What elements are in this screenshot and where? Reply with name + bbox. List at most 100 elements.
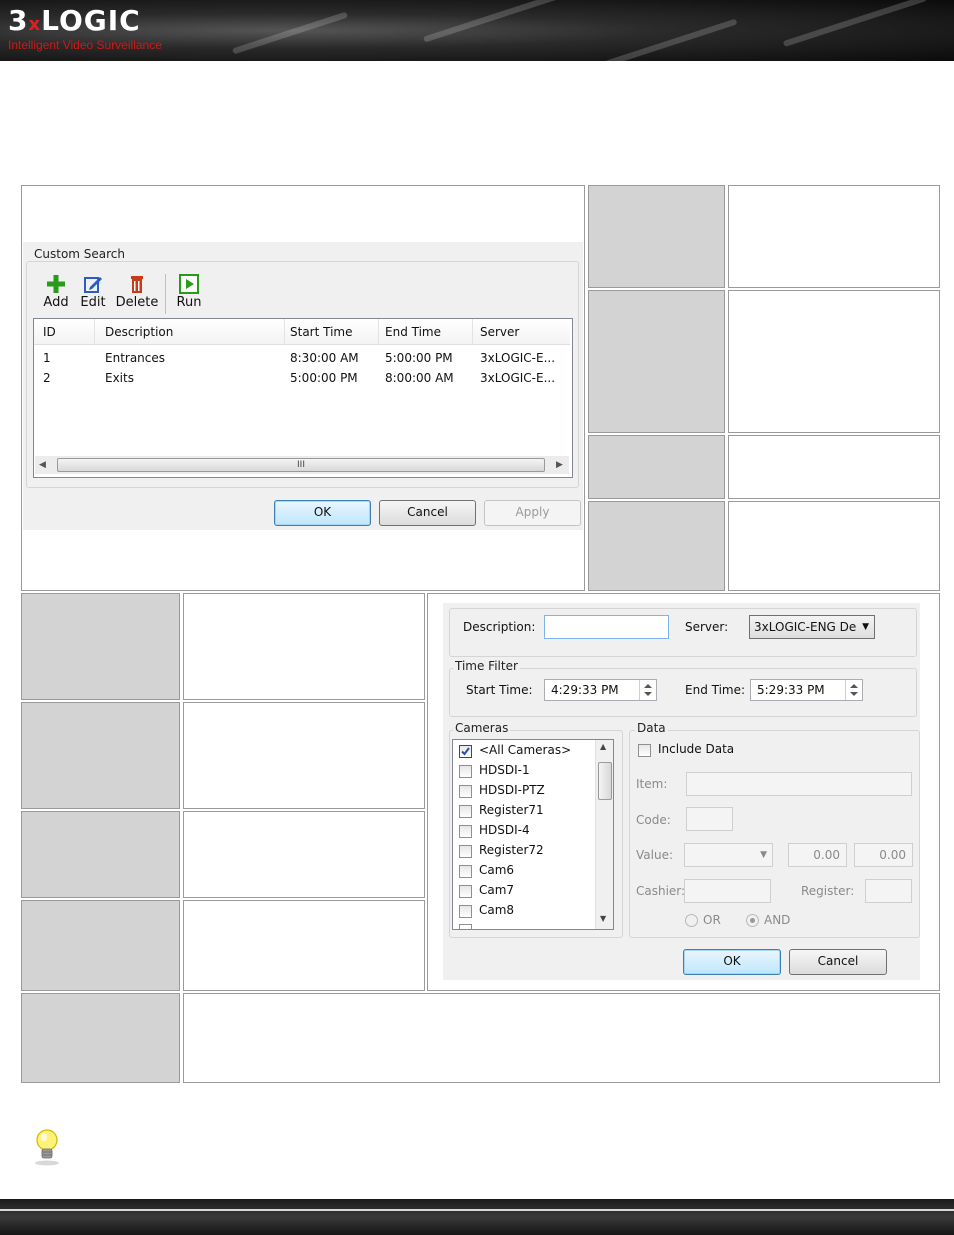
checkbox[interactable] (459, 905, 472, 918)
server-select-value: 3xLOGIC-ENG De (754, 620, 857, 634)
checkbox[interactable] (459, 865, 472, 878)
cell-label (21, 993, 180, 1083)
cell-label (21, 900, 180, 991)
cell-description (183, 593, 425, 700)
start-time-input[interactable]: 4:29:33 PM (544, 679, 657, 701)
cancel-button[interactable]: Cancel (789, 949, 887, 975)
scroll-left-icon[interactable]: ◀ (39, 460, 46, 470)
data-title: Data (635, 721, 668, 735)
cell-label (21, 811, 180, 898)
cell-label (21, 593, 180, 700)
register-input[interactable] (865, 879, 912, 903)
server-select[interactable]: 3xLOGIC-ENG De ▼ (749, 615, 875, 639)
edit-button[interactable]: Edit (77, 274, 109, 310)
scroll-right-icon[interactable]: ▶ (556, 460, 563, 470)
data-group (629, 730, 920, 938)
column-start-time[interactable]: Start Time (290, 319, 353, 345)
scroll-thumb[interactable] (598, 762, 612, 800)
row-description: Entrances (105, 351, 166, 365)
row-start-time: 8:30:00 AM (290, 351, 359, 365)
ok-button[interactable]: OK (683, 949, 781, 975)
cashier-input[interactable] (684, 879, 771, 903)
cell-description (183, 900, 425, 991)
cell-description (728, 290, 940, 433)
and-radio[interactable] (746, 914, 759, 927)
cameras-list[interactable]: <All Cameras> HDSDI-1 HDSDI-PTZ Register… (452, 739, 614, 930)
end-time-spinner[interactable] (845, 680, 862, 700)
checkbox[interactable] (459, 825, 472, 838)
cameras-title: Cameras (453, 721, 511, 735)
camera-name: Register72 (479, 843, 544, 857)
chevron-down-icon: ▼ (760, 850, 767, 860)
delete-label: Delete (115, 295, 159, 310)
search-list[interactable]: ID Description Start Time End Time Serve… (33, 318, 573, 478)
radio-dot (750, 918, 755, 923)
cell-label (588, 185, 725, 288)
checkbox[interactable] (459, 885, 472, 898)
cancel-button[interactable]: Cancel (379, 500, 476, 526)
scroll-thumb[interactable]: III (57, 458, 545, 472)
checkbox[interactable] (459, 765, 472, 778)
item-label: Item: (636, 777, 668, 791)
checkbox[interactable] (459, 805, 472, 818)
code-input[interactable] (686, 807, 733, 831)
horizontal-scrollbar[interactable]: ◀ III ▶ (35, 456, 569, 474)
value-max-input[interactable]: 0.00 (854, 843, 913, 867)
camera-name: HDSDI-4 (479, 823, 530, 837)
cell-description (728, 435, 940, 499)
delete-button[interactable]: Delete (115, 274, 159, 310)
value-min-input[interactable]: 0.00 (788, 843, 847, 867)
search-editor-dialog: Description: Server: 3xLOGIC-ENG De ▼ Ti… (443, 603, 920, 980)
edit-icon (84, 277, 102, 293)
header-banner: 3xLOGIC Intelligent Video Surveillance (0, 0, 954, 61)
value-operator-select[interactable]: ▼ (684, 843, 773, 867)
cashier-label: Cashier: (636, 884, 686, 898)
table-row[interactable]: 2 Exits 5:00:00 PM 8:00:00 AM 3xLOGIC-E.… (34, 369, 570, 389)
scroll-down-icon[interactable]: ▼ (600, 914, 606, 923)
cell-label (588, 501, 725, 591)
add-label: Add (43, 295, 69, 310)
item-input[interactable] (686, 772, 912, 796)
logo-tagline: Intelligent Video Surveillance (8, 38, 162, 52)
row-server: 3xLOGIC-E... (480, 351, 556, 365)
checkbox-checked[interactable] (459, 745, 472, 758)
ok-button[interactable]: OK (274, 500, 371, 526)
row-id: 2 (43, 371, 51, 385)
camera-name: Cam6 (479, 863, 515, 877)
value-label: Value: (636, 848, 673, 862)
description-input[interactable] (544, 615, 669, 639)
run-button[interactable]: Run (173, 274, 205, 310)
column-description[interactable]: Description (105, 319, 173, 345)
camera-name: HDSDI-PTZ (479, 783, 545, 797)
start-time-spinner[interactable] (639, 680, 656, 700)
custom-search-dialog: Custom Search Add Edit Delete Run ID Des… (23, 242, 583, 530)
or-radio[interactable] (685, 914, 698, 927)
checkbox-partial (459, 924, 472, 929)
vertical-scrollbar[interactable]: ▲ ▼ (595, 740, 613, 929)
checkbox[interactable] (459, 785, 472, 798)
end-time-input[interactable]: 5:29:33 PM (750, 679, 863, 701)
run-label: Run (176, 295, 202, 310)
column-id[interactable]: ID (43, 319, 56, 345)
checkbox[interactable] (459, 845, 472, 858)
camera-name: Register71 (479, 803, 544, 817)
add-button[interactable]: Add (39, 274, 73, 310)
table-row[interactable]: 1 Entrances 8:30:00 AM 5:00:00 PM 3xLOGI… (34, 349, 570, 369)
time-filter-title: Time Filter (453, 659, 520, 673)
row-end-time: 8:00:00 AM (385, 371, 454, 385)
row-description: Exits (105, 371, 134, 385)
and-label: AND (764, 913, 791, 927)
cell-description (728, 501, 940, 591)
include-data-checkbox[interactable] (638, 744, 651, 757)
or-label: OR (703, 913, 721, 927)
check-icon (461, 747, 470, 756)
row-server: 3xLOGIC-E... (480, 371, 556, 385)
spinner-arrows-icon (850, 684, 858, 696)
chevron-down-icon: ▼ (862, 622, 869, 632)
scroll-up-icon[interactable]: ▲ (600, 742, 606, 751)
column-server[interactable]: Server (480, 319, 519, 345)
column-end-time[interactable]: End Time (385, 319, 441, 345)
cell-label (588, 290, 725, 433)
apply-button[interactable]: Apply (484, 500, 581, 526)
code-label: Code: (636, 813, 671, 827)
